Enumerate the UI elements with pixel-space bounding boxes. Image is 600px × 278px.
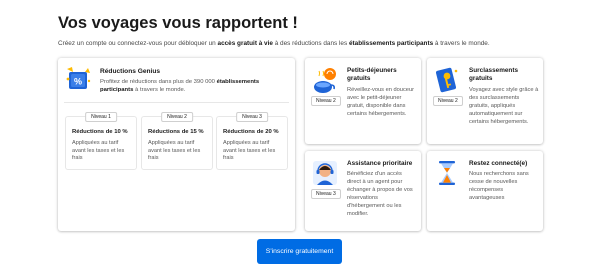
benefit-title: Restez connecté(e) bbox=[469, 160, 528, 167]
subtitle-bold-properties: établissements participants bbox=[348, 40, 434, 47]
subtitle-text: à des réductions dans les bbox=[272, 40, 349, 47]
page-title: Vos voyages vous rapportent ! bbox=[58, 14, 298, 32]
genius-title: Réductions Genius bbox=[100, 68, 161, 75]
benefit-description: Réveillez-vous en douceur avec le petit-… bbox=[347, 87, 415, 118]
benefit-title: Petits-déjeuners gratuits bbox=[347, 67, 397, 82]
hourglass-icon bbox=[432, 158, 462, 188]
benefit-description: Voyagez avec style grâce à des surclasse… bbox=[469, 87, 539, 126]
breakfast-benefit-card: Niveau 2 Petits-déjeuners gratuits Révei… bbox=[305, 58, 421, 144]
level-title: Réductions de 15 % bbox=[148, 129, 204, 135]
genius-desc-text: à travers le monde. bbox=[133, 87, 186, 94]
subtitle-text: à travers le monde. bbox=[433, 40, 490, 47]
stay-connected-card: Restez connecté(e) Nous recherchons sans… bbox=[427, 151, 543, 231]
upgrades-benefit-card: Niveau 2 Surclassements gratuits Voyagez… bbox=[427, 58, 543, 144]
level-title: Réductions de 10 % bbox=[72, 129, 128, 135]
level-badge: Niveau 2 bbox=[161, 112, 193, 122]
genius-level-2-card: Niveau 2 Réductions de 15 % Appliquées a… bbox=[141, 112, 213, 170]
page-subtitle: Créez un compte ou connectez-vous pour d… bbox=[58, 40, 490, 47]
key-icon bbox=[432, 65, 462, 95]
level-badge: Niveau 2 bbox=[311, 96, 341, 106]
benefit-title: Surclassements gratuits bbox=[469, 67, 519, 82]
breakfast-icon bbox=[310, 65, 340, 95]
genius-description: Profitez de réductions dans plus de 390 … bbox=[100, 78, 280, 95]
level-badge: Niveau 1 bbox=[85, 112, 117, 122]
benefit-title: Assistance prioritaire bbox=[347, 160, 413, 167]
level-description: Appliquées au tarif avant les taxes et l… bbox=[72, 140, 125, 162]
level-description: Appliquées au tarif avant les taxes et l… bbox=[223, 140, 276, 162]
subtitle-text: Créez un compte ou connectez-vous pour d… bbox=[58, 40, 218, 47]
signup-button[interactable]: S'inscrire gratuitement bbox=[257, 239, 342, 264]
genius-level-3-card: Niveau 3 Réductions de 20 % Appliquées a… bbox=[216, 112, 288, 170]
level-badge: Niveau 2 bbox=[433, 96, 463, 106]
level-badge: Niveau 3 bbox=[236, 112, 268, 122]
level-description: Appliquées au tarif avant les taxes et l… bbox=[148, 140, 201, 162]
genius-desc-text: Profitez de réductions dans plus de 390 … bbox=[100, 79, 217, 85]
benefit-description: Bénéficiez d'un accès direct à un agent … bbox=[347, 171, 413, 218]
svg-text:%: % bbox=[74, 77, 82, 87]
support-agent-icon bbox=[310, 158, 340, 188]
divider bbox=[64, 102, 289, 103]
level-title: Réductions de 20 % bbox=[223, 129, 279, 135]
subtitle-bold-lifetime: accès gratuit à vie bbox=[217, 40, 273, 47]
priority-support-benefit-card: Niveau 3 Assistance prioritaire Bénéfici… bbox=[305, 151, 421, 231]
genius-percent-icon: % bbox=[64, 65, 92, 91]
level-badge: Niveau 3 bbox=[311, 189, 341, 199]
genius-level-1-card: Niveau 1 Réductions de 10 % Appliquées a… bbox=[65, 112, 137, 170]
benefit-description: Nous recherchons sans cesse de nouvelles… bbox=[469, 171, 529, 202]
